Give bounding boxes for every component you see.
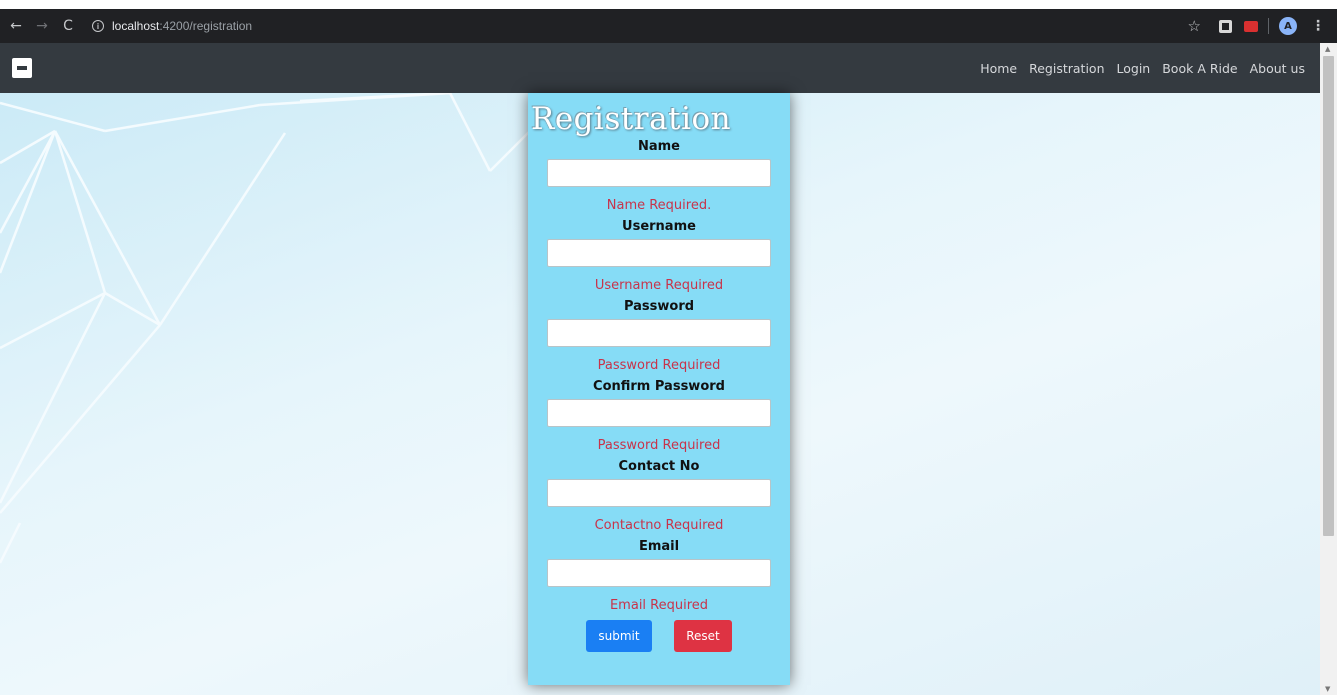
nav-links: Home Registration Login Book A Ride Abou… <box>968 43 1305 93</box>
brand-logo[interactable] <box>12 58 32 78</box>
email-field-group: Email Email Required <box>547 537 771 617</box>
nav-link-login[interactable]: Login <box>1117 61 1151 76</box>
page-scrollbar[interactable]: ▲ ▼ <box>1320 43 1337 695</box>
username-label: Username <box>622 219 696 234</box>
confirm-password-label: Confirm Password <box>593 379 725 394</box>
url-host: localhost <box>112 19 160 33</box>
nav-link-registration[interactable]: Registration <box>1029 61 1104 76</box>
nav-link-book-a-ride[interactable]: Book A Ride <box>1162 61 1237 76</box>
form-buttons: submit Reset <box>586 620 732 652</box>
scroll-up-arrow-icon[interactable]: ▲ <box>1325 45 1330 53</box>
reset-button[interactable]: Reset <box>674 620 732 652</box>
app-navbar: Home Registration Login Book A Ride Abou… <box>0 43 1320 93</box>
name-label: Name <box>637 139 680 154</box>
url-path: :4200/registration <box>159 19 253 33</box>
password-field-group: Password Password Required <box>547 297 771 377</box>
confirm-password-field-group: Confirm Password Password Required <box>547 377 771 457</box>
submit-button[interactable]: submit <box>586 620 652 652</box>
contact-input[interactable] <box>547 479 771 507</box>
contact-error: Contactno Required <box>594 518 724 533</box>
extension-icon[interactable] <box>1219 19 1232 33</box>
name-error: Name Required. <box>606 198 712 213</box>
page-viewport: Home Registration Login Book A Ride Abou… <box>0 43 1320 695</box>
reload-icon[interactable]: C <box>58 16 78 36</box>
confirm-password-error: Password Required <box>597 438 721 453</box>
address-bar[interactable]: i localhost:4200/registration <box>92 19 252 33</box>
username-error: Username Required <box>594 278 724 293</box>
top-strip <box>0 0 1337 9</box>
info-icon[interactable]: i <box>92 20 104 32</box>
toolbar-divider <box>1268 18 1269 34</box>
email-label: Email <box>638 539 680 554</box>
email-error: Email Required <box>609 598 709 613</box>
bookmark-star-icon[interactable]: ☆ <box>1188 17 1201 35</box>
browser-toolbar: ← → C i localhost:4200/registration ☆ A … <box>0 9 1337 43</box>
nav-link-about-us[interactable]: About us <box>1250 61 1305 76</box>
back-arrow-icon[interactable]: ← <box>6 16 26 36</box>
extension-red-icon[interactable] <box>1244 20 1258 32</box>
page-title: Registration <box>531 101 732 137</box>
contact-label: Contact No <box>618 459 700 474</box>
scrollbar-thumb[interactable] <box>1323 56 1334 536</box>
registration-card: Registration Name Name Required. Usernam… <box>528 93 790 685</box>
confirm-password-input[interactable] <box>547 399 771 427</box>
password-label: Password <box>623 299 695 314</box>
email-input[interactable] <box>547 559 771 587</box>
username-field-group: Username Username Required <box>547 217 771 297</box>
nav-link-home[interactable]: Home <box>980 61 1017 76</box>
username-input[interactable] <box>547 239 771 267</box>
forward-arrow-icon[interactable]: → <box>32 16 52 36</box>
menu-kebab-icon[interactable]: ⋮ <box>1311 18 1325 34</box>
password-input[interactable] <box>547 319 771 347</box>
browser-actions: ☆ A ⋮ <box>1188 9 1337 43</box>
scroll-down-arrow-icon[interactable]: ▼ <box>1325 685 1330 693</box>
name-field-group: Name Name Required. <box>547 137 771 217</box>
profile-avatar[interactable]: A <box>1279 17 1297 35</box>
password-error: Password Required <box>597 358 721 373</box>
contact-field-group: Contact No Contactno Required <box>547 457 771 537</box>
name-input[interactable] <box>547 159 771 187</box>
